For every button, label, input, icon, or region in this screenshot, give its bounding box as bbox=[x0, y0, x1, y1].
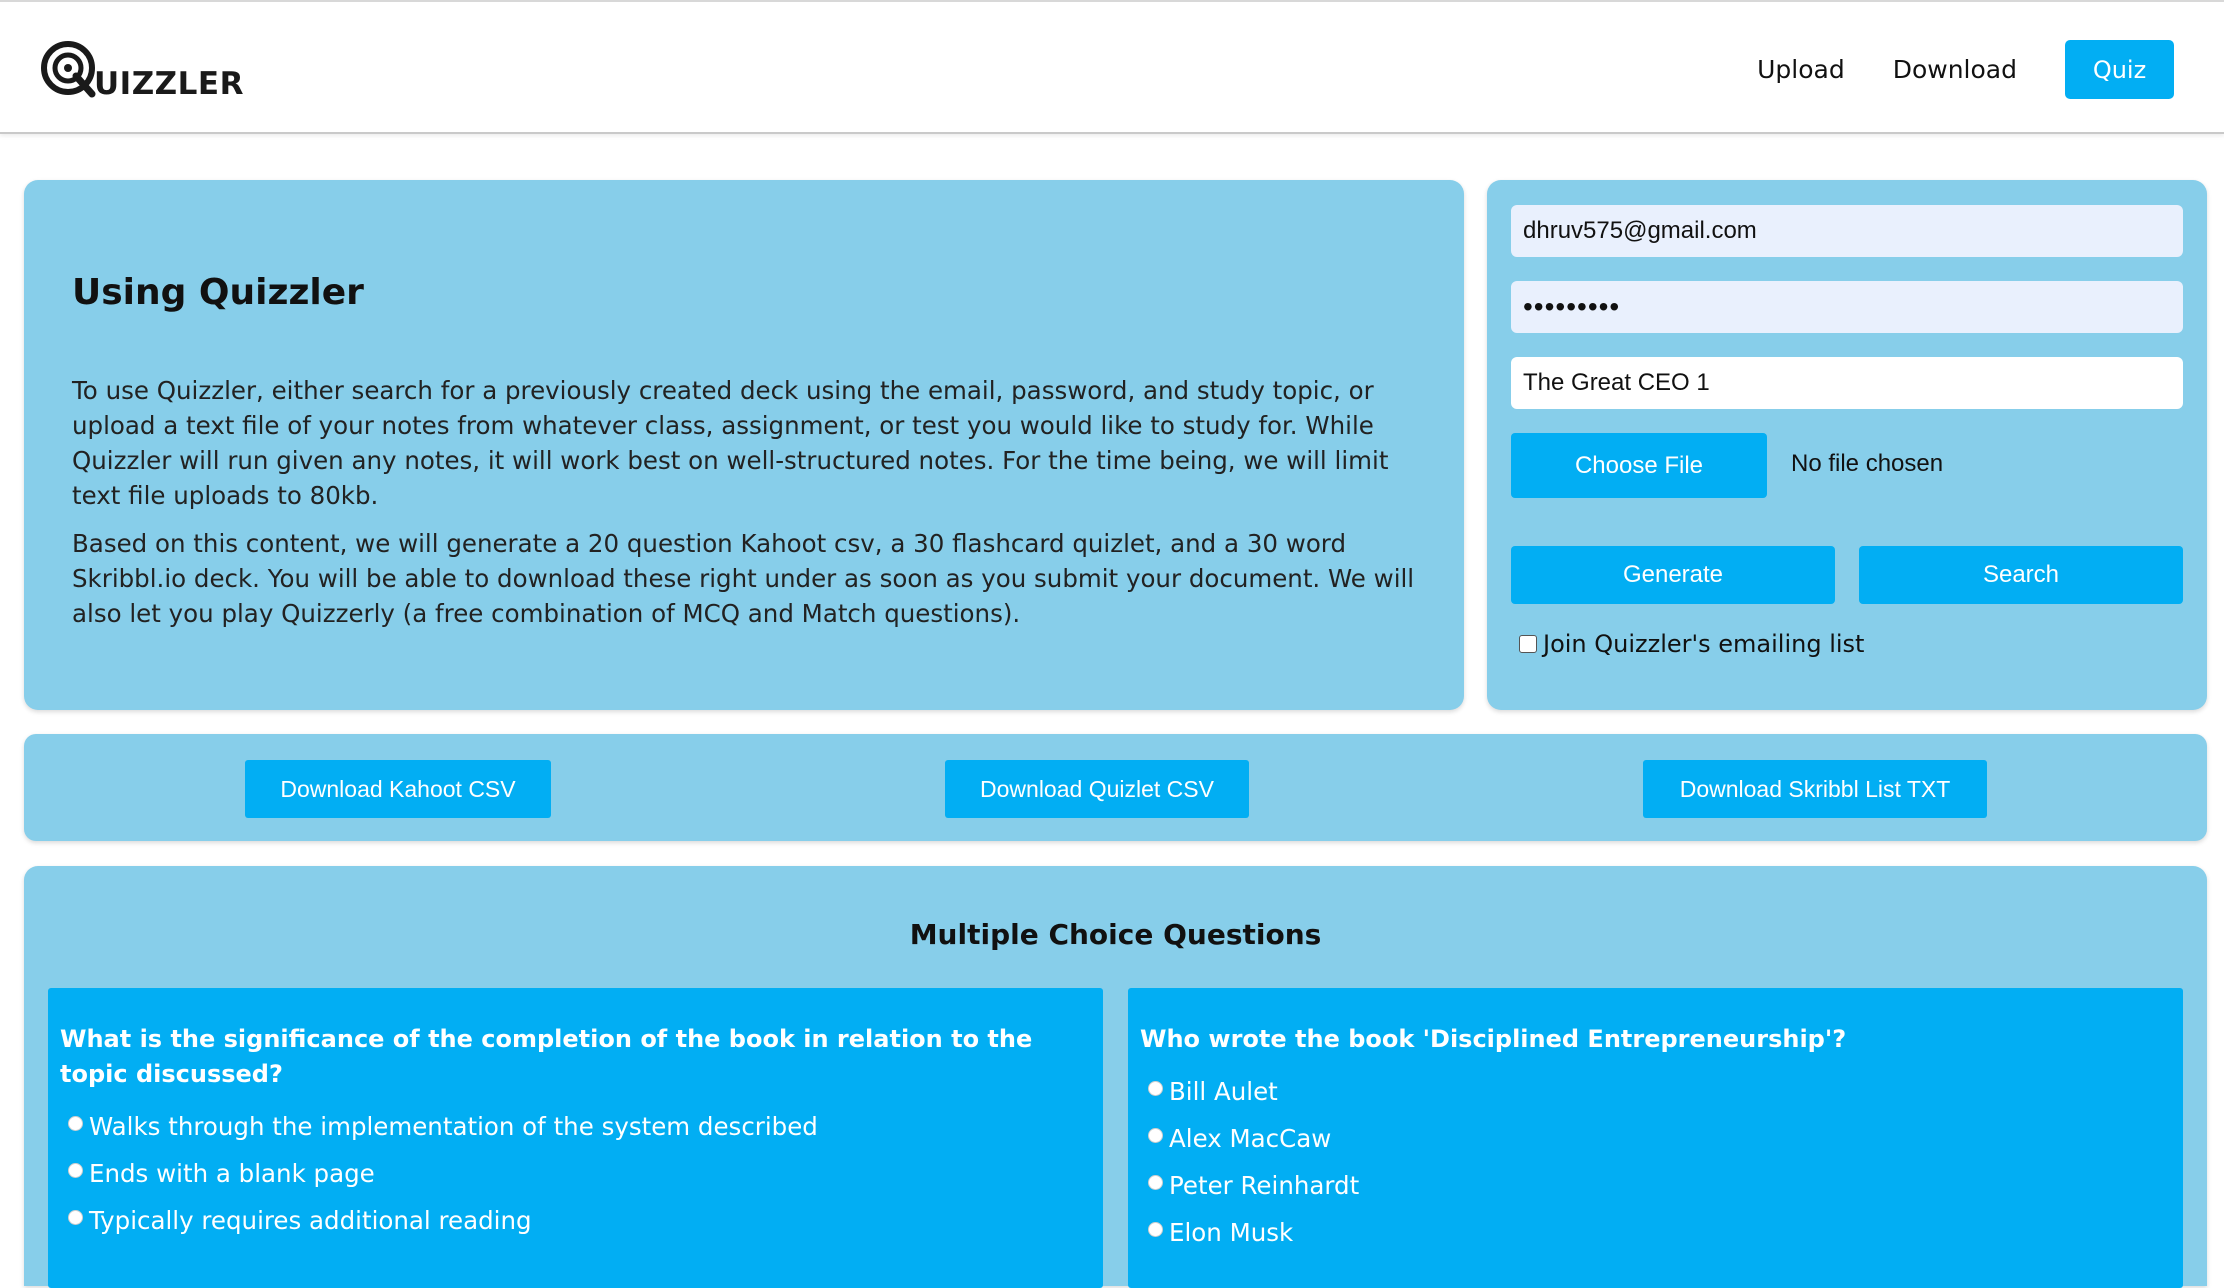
nav-download-link[interactable]: Download bbox=[1893, 55, 2017, 84]
quizzler-logo[interactable]: UIZZLER bbox=[40, 36, 244, 100]
radio-button[interactable] bbox=[1148, 1128, 1163, 1143]
question-card: Who wrote the book 'Disciplined Entrepre… bbox=[1128, 988, 2183, 1288]
nav-quiz-button[interactable]: Quiz bbox=[2065, 40, 2174, 99]
answer-option-label: Walks through the implementation of the … bbox=[89, 1112, 818, 1141]
answer-option[interactable]: Walks through the implementation of the … bbox=[68, 1112, 818, 1141]
radio-button[interactable] bbox=[1148, 1081, 1163, 1096]
answer-option-label: Peter Reinhardt bbox=[1169, 1171, 1360, 1200]
downloads-bar: Download Kahoot CSV Download Quizlet CSV… bbox=[24, 734, 2207, 841]
main-nav: Upload Download Quiz bbox=[1757, 40, 2174, 99]
logo-text: UIZZLER bbox=[94, 66, 244, 102]
email-field[interactable] bbox=[1511, 205, 2183, 257]
info-paragraph-2: Based on this content, we will generate … bbox=[72, 529, 1415, 628]
upload-form-panel: Choose File No file chosen Generate Sear… bbox=[1487, 180, 2207, 710]
radio-button[interactable] bbox=[1148, 1175, 1163, 1190]
mailing-list-row[interactable]: Join Quizzler's emailing list bbox=[1519, 630, 1864, 658]
info-paragraph-1: To use Quizzler, either search for a pre… bbox=[72, 376, 1389, 510]
answer-option[interactable]: Peter Reinhardt bbox=[1148, 1171, 1359, 1200]
nav-upload-link[interactable]: Upload bbox=[1757, 55, 1845, 84]
logo-q-icon bbox=[40, 38, 102, 100]
radio-button[interactable] bbox=[68, 1163, 83, 1178]
answer-option[interactable]: Typically requires additional reading bbox=[68, 1206, 532, 1235]
download-quizlet-button[interactable]: Download Quizlet CSV bbox=[945, 760, 1249, 818]
study-topic-field[interactable] bbox=[1511, 357, 2183, 409]
answer-option[interactable]: Alex MacCaw bbox=[1148, 1124, 1331, 1153]
radio-button[interactable] bbox=[68, 1210, 83, 1225]
radio-button[interactable] bbox=[68, 1116, 83, 1131]
info-panel: Using Quizzler To use Quizzler, either s… bbox=[24, 180, 1464, 710]
top-header: UIZZLER Upload Download Quiz bbox=[0, 0, 2224, 134]
question-text: What is the significance of the completi… bbox=[60, 1025, 1033, 1088]
mcq-panel: Multiple Choice Questions What is the si… bbox=[24, 866, 2207, 1288]
answer-option-label: Bill Aulet bbox=[1169, 1077, 1278, 1106]
radio-button[interactable] bbox=[1148, 1222, 1163, 1237]
question-card: What is the significance of the completi… bbox=[48, 988, 1103, 1288]
search-button[interactable]: Search bbox=[1859, 546, 2183, 604]
generate-button[interactable]: Generate bbox=[1511, 546, 1835, 604]
download-skribbl-button[interactable]: Download Skribbl List TXT bbox=[1643, 760, 1987, 818]
mailing-list-label[interactable]: Join Quizzler's emailing list bbox=[1543, 630, 1864, 658]
question-text: Who wrote the book 'Disciplined Entrepre… bbox=[1140, 1025, 1847, 1053]
answer-option-label: Elon Musk bbox=[1169, 1218, 1294, 1247]
answer-option-label: Ends with a blank page bbox=[89, 1159, 375, 1188]
answer-option-label: Alex MacCaw bbox=[1169, 1124, 1332, 1153]
download-kahoot-button[interactable]: Download Kahoot CSV bbox=[245, 760, 551, 818]
choose-file-button[interactable]: Choose File bbox=[1511, 433, 1767, 498]
mcq-section-title: Multiple Choice Questions bbox=[909, 918, 1322, 951]
answer-option-label: Typically requires additional reading bbox=[89, 1206, 532, 1235]
info-title: Using Quizzler bbox=[72, 272, 364, 313]
answer-option[interactable]: Ends with a blank page bbox=[68, 1159, 375, 1188]
password-field[interactable] bbox=[1511, 281, 2183, 333]
answer-option[interactable]: Elon Musk bbox=[1148, 1218, 1293, 1247]
answer-option[interactable]: Bill Aulet bbox=[1148, 1077, 1278, 1106]
mailing-list-checkbox[interactable] bbox=[1519, 635, 1537, 653]
file-status-text: No file chosen bbox=[1791, 450, 1944, 477]
